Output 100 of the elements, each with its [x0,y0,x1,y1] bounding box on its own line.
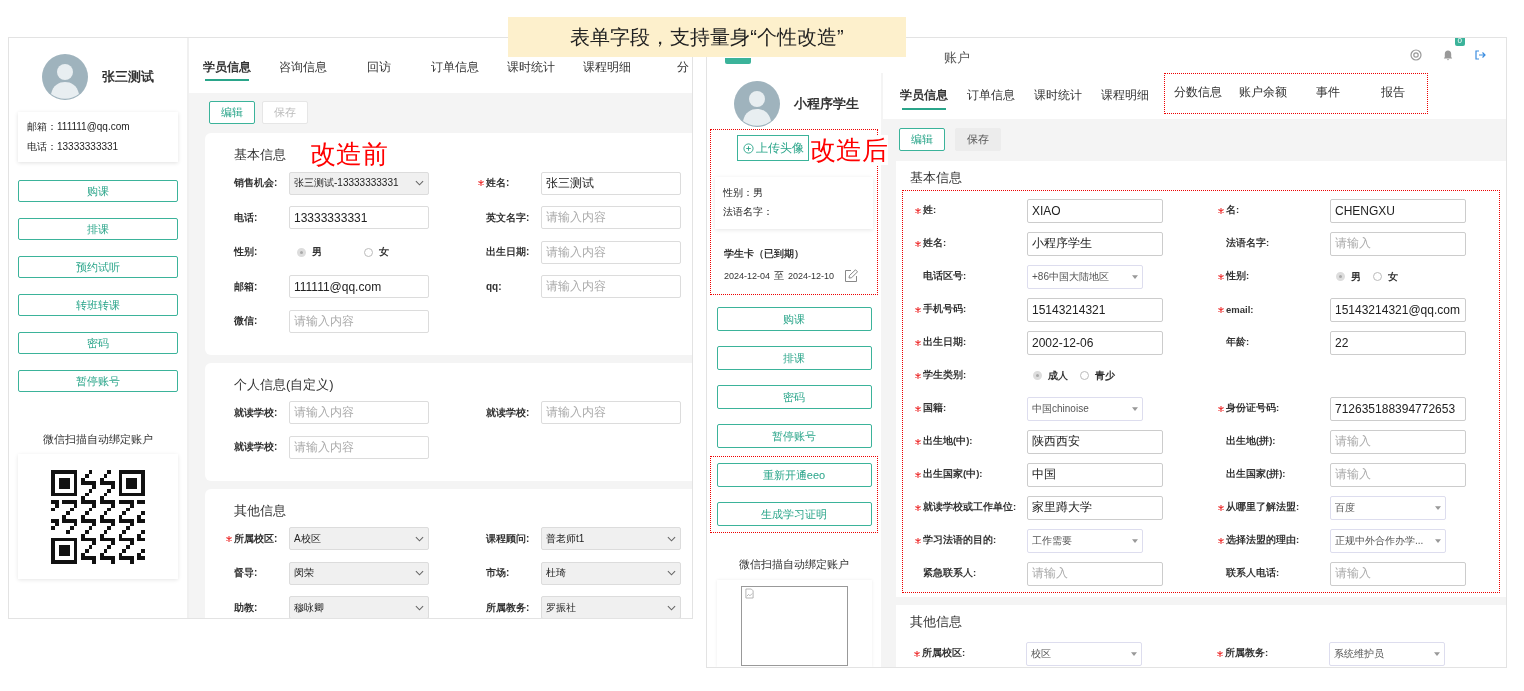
wechat-caption: 微信扫描自动绑定账户 [43,432,153,447]
tab[interactable]: 账户余额 [1230,79,1295,107]
tab[interactable]: 课程明细 [569,57,645,81]
plus-circle-icon [742,142,754,154]
tab[interactable]: 咨询信息 [265,57,341,81]
contact-info: 邮箱：111111@qq.com [27,120,131,134]
text-field[interactable]: 712635188394772653 [1330,396,1466,421]
tab[interactable]: 课时统计 [1024,82,1091,110]
student-info: 法语名字： [723,205,774,219]
chevron-down-icon [415,604,424,611]
section-title: 基本信息 [234,147,286,162]
field-label: 电话区号: [923,270,967,283]
select-field[interactable]: 罗振社 [541,596,681,618]
tab[interactable]: 课程明细 [1091,82,1158,110]
select-field[interactable]: 中国chinoise [1027,396,1143,421]
field-label: 出生地(拼): [1226,435,1276,448]
select-field[interactable]: 穆咏卿 [289,596,429,618]
text-field[interactable]: 陕西西安 [1027,429,1163,454]
select-field[interactable]: 工作需要 [1027,528,1143,553]
text-field[interactable]: 15143214321@qq.com [1330,297,1466,322]
field-label: qq: [486,281,502,293]
field-label: 所属校区: [922,647,966,660]
text-field[interactable]: 13333333331 [289,206,429,230]
select-field[interactable]: 系统维护员 [1329,641,1445,666]
tab[interactable]: 回访 [341,57,417,81]
wechat-caption: 微信扫描自动绑定账户 [739,557,849,572]
tab[interactable]: 报告 [1360,79,1425,107]
text-field[interactable]: CHENGXU [1330,198,1466,223]
select-field[interactable]: 杜琦 [541,561,681,585]
chevron-down-icon [667,570,676,577]
tab[interactable]: 订单信息 [957,82,1024,110]
required-icon [915,537,921,544]
field-label: 所属校区: [234,531,278,546]
radio-option[interactable]: 女 [1373,269,1398,284]
section-title: 其他信息 [910,613,963,631]
field-label: 学生类别: [923,369,967,382]
text-field[interactable]: 小程序学生 [1027,231,1163,256]
help-icon[interactable] [1410,49,1422,61]
text-field[interactable]: 张三测试 [541,171,681,195]
text-field[interactable]: 中国 [1027,462,1163,487]
nav-item[interactable]: 账户 [929,43,985,73]
required-icon [915,471,921,478]
avatar-icon [734,81,780,127]
student-name: 小程序学生 [794,95,859,113]
required-icon [1218,207,1224,214]
field-label: 名: [1226,204,1240,217]
field-label: 性别: [234,245,258,260]
radio-option[interactable]: 青少 [1080,368,1115,383]
field-label: 从哪里了解法盟: [1226,501,1300,514]
field-label: 性别: [1226,270,1250,283]
student-info: 性别：男 [723,186,764,200]
text-field[interactable]: 22 [1330,330,1466,355]
select-field[interactable]: 闵荣 [289,561,429,585]
caret-icon [1132,274,1138,279]
required-icon [914,650,920,657]
field-label: 姓名: [923,237,947,250]
select-field[interactable]: 正规中外合作办学... [1330,528,1446,553]
required-icon [1218,504,1224,511]
field-label: 所属教务: [1225,647,1269,660]
select-field[interactable]: 校区 [1026,641,1142,666]
field-label: 出生日期: [923,336,967,349]
required-icon [915,372,921,379]
field-label: 选择法盟的理由: [1226,534,1300,547]
tab[interactable]: 分数信息 [1165,79,1230,107]
select-field[interactable]: A校区 [289,527,429,551]
bell-icon[interactable] [1442,49,1454,61]
field-label: 年龄: [1226,336,1250,349]
start-date: 2024-12-04 [724,271,771,281]
select-field[interactable]: 百度 [1330,495,1446,520]
radio-option[interactable]: 成人 [1033,368,1068,383]
tab[interactable]: 课时统计 [493,57,569,81]
tab[interactable]: 订单信息 [417,57,493,81]
select-field[interactable]: +86中国大陆地区 [1027,264,1143,289]
text-field[interactable]: 111111@qq.com [289,275,429,299]
radio-option[interactable]: 男 [1336,269,1361,284]
required-icon [226,535,232,542]
text-field[interactable]: 2002-12-06 [1027,330,1163,355]
tab[interactable]: 事件 [1295,79,1360,107]
text-field[interactable]: 家里蹲大学 [1027,495,1163,520]
radio-option[interactable]: 女 [364,245,389,260]
select-field[interactable]: 张三测试-13333333331 [289,171,429,195]
chevron-down-icon [667,604,676,611]
select-field[interactable]: 普老师t1 [541,527,681,551]
required-icon [915,438,921,445]
logout-icon[interactable] [1474,49,1486,61]
radio-option[interactable]: 男 [297,245,322,260]
field-label: 英文名字: [486,210,530,225]
text-field[interactable]: 15143214321 [1027,297,1163,322]
text-field[interactable]: XIAO [1027,198,1163,223]
caret-icon [1131,651,1137,656]
chevron-down-icon [667,535,676,542]
section-title: 个人信息(自定义) [234,376,334,392]
edit-icon[interactable] [844,269,859,283]
tab[interactable]: 分 [645,57,692,81]
field-label: 课程顾问: [486,531,530,546]
caret-icon [1435,538,1441,543]
contact-info: 电话：13333333331 [27,140,120,154]
field-label: email: [1226,304,1254,315]
required-icon [1218,273,1224,280]
chevron-down-icon [415,535,424,542]
